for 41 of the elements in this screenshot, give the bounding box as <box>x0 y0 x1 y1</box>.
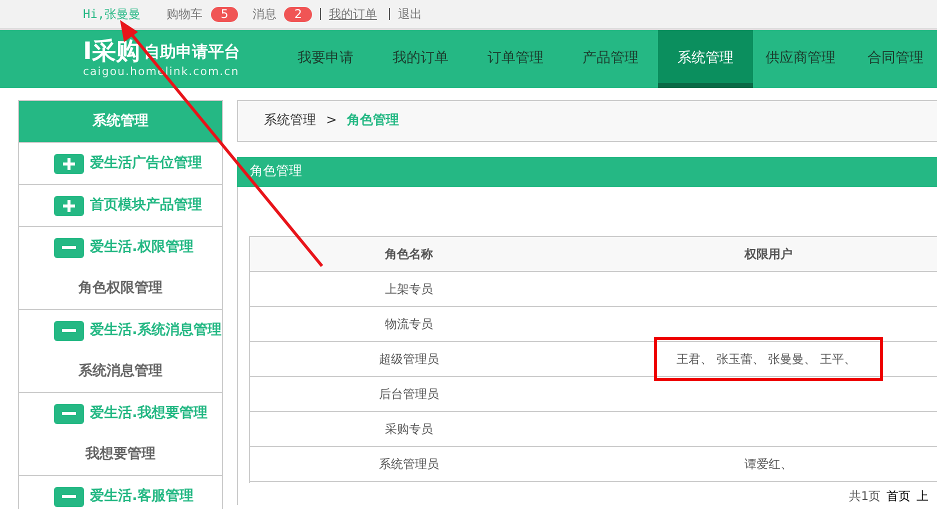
top-link[interactable]: 我的订单 <box>328 5 377 23</box>
table-cell: 采购专员 <box>250 412 568 446</box>
breadcrumb-item[interactable]: 系统管理 <box>264 111 316 131</box>
breadcrumb-separator: > <box>326 112 337 130</box>
logo-mark: I采购 <box>83 38 140 64</box>
column-header: 角色名称 <box>250 236 568 272</box>
sidebar-group-label: 爱生活.权限管理 <box>90 238 194 257</box>
nav-tab[interactable]: 供应商管理 <box>752 30 848 88</box>
top-link[interactable]: 消息 <box>252 5 276 23</box>
nav-tab[interactable]: 我的订单 <box>372 30 468 88</box>
sidebar-item[interactable]: 角色权限管理 <box>19 268 222 309</box>
count-badge: 5 <box>210 6 238 22</box>
nav-tab[interactable]: 订单管理 <box>468 30 563 88</box>
sidebar-item[interactable]: 我想要管理 <box>19 434 222 475</box>
table-cell: 王君、 张玉蕾、 张曼曼、 王平、 <box>654 337 883 381</box>
count-badge: 2 <box>284 6 312 22</box>
page-link[interactable]: 上 <box>916 486 929 504</box>
top-link[interactable]: 退出 <box>398 5 422 23</box>
sidebar-title: 系统管理 <box>19 101 222 142</box>
breadcrumb-item: 角色管理 <box>346 112 399 130</box>
page-count: 共1页 <box>849 488 881 504</box>
sidebar-group-label: 首页模块产品管理 <box>90 196 202 215</box>
table-cell: 上架专员 <box>250 272 568 306</box>
sidebar-group-label: 爱生活广告位管理 <box>90 154 202 173</box>
top-link[interactable]: 购物车 <box>166 5 203 23</box>
sidebar-group-label: 爱生活.系统消息管理 <box>90 321 222 340</box>
nav-tab[interactable]: 我要申请 <box>278 30 373 88</box>
table-cell: 系统管理员 <box>250 446 568 482</box>
nav-tab[interactable]: 产品管理 <box>562 30 658 88</box>
table-cell-text: 谭爱红、 <box>743 456 794 473</box>
column-header: 权限用户 <box>568 236 937 272</box>
sidebar-group-label: 爱生活.客服管理 <box>90 486 194 506</box>
sidebar-group-label: 爱生活.我想要管理 <box>90 404 208 423</box>
sidebar-item[interactable]: 系统消息管理 <box>19 351 222 392</box>
nav-tab[interactable]: 系统管理 <box>658 30 753 88</box>
table-cell: 物流专员 <box>250 306 568 342</box>
page-link[interactable]: 首页 <box>886 486 911 504</box>
table-cell: 超级管理员 <box>250 342 568 376</box>
panel-title: 角色管理 <box>250 163 302 182</box>
nav-tab[interactable]: 合同管理 <box>848 30 937 88</box>
table-cell: 后台管理员 <box>250 376 568 412</box>
